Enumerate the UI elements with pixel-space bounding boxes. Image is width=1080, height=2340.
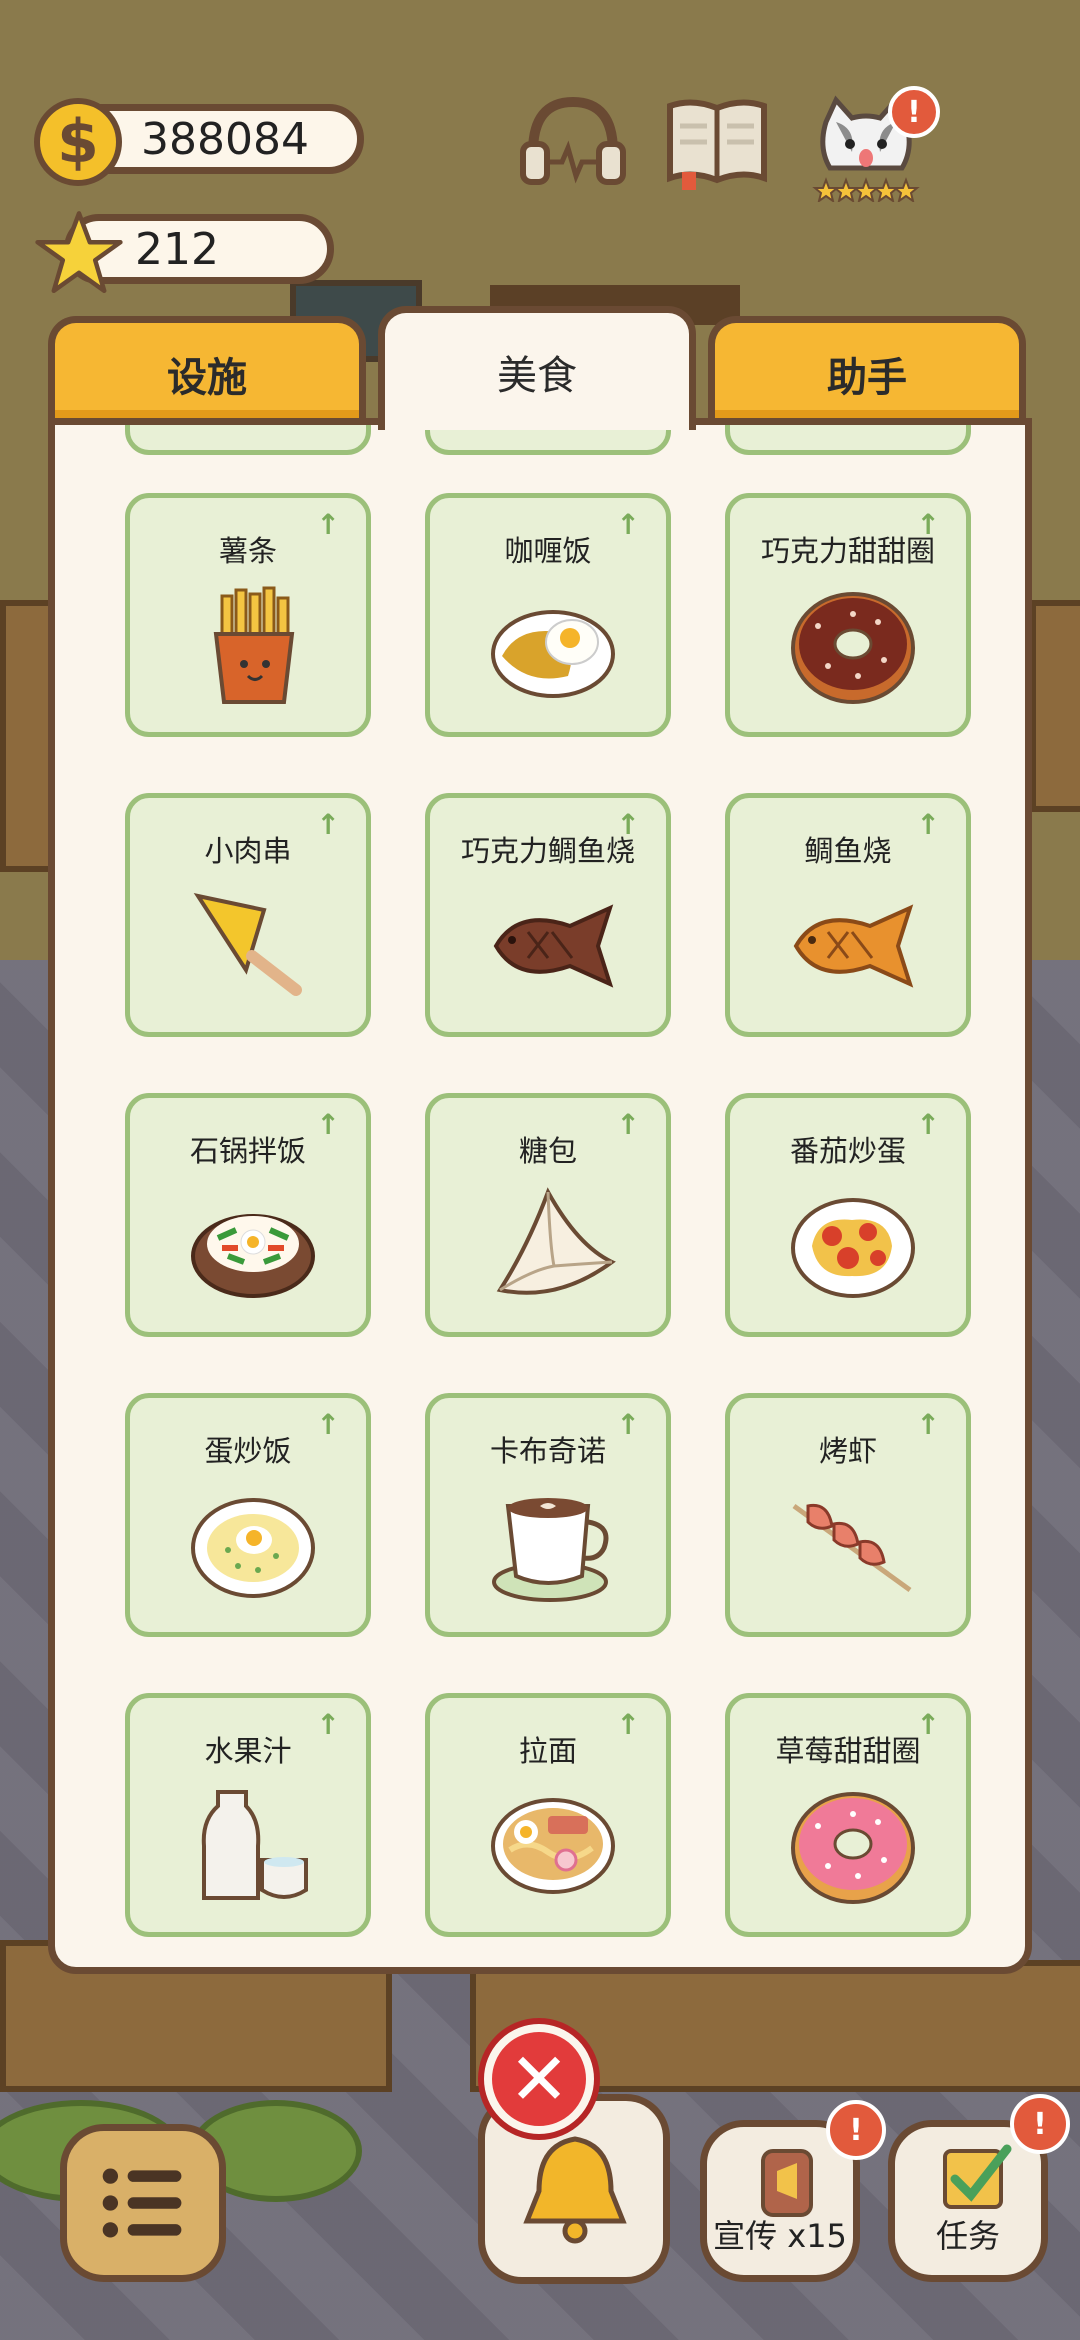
food-name: 蛋炒饭 xyxy=(204,1434,292,1468)
food-card-fries[interactable]: ↑ 薯条 xyxy=(125,493,371,737)
food-card-grilled-shrimp[interactable]: ↑ 烤虾 xyxy=(725,1393,971,1637)
bibimbap-icon xyxy=(191,1214,315,1298)
fries-icon xyxy=(213,586,295,704)
coin-icon: $ xyxy=(34,98,122,186)
recipe-book-icon[interactable] xyxy=(662,92,772,192)
chocolate-donut-icon xyxy=(791,592,915,704)
grilled-shrimp-icon xyxy=(792,1503,912,1593)
food-name: 薯条 xyxy=(218,534,277,568)
curry-rice-icon xyxy=(491,610,615,698)
tab-label: 助手 xyxy=(827,354,907,401)
sugar-bun-icon xyxy=(496,1187,616,1295)
shop-panel: 设施 美食 助手 ↑ 薯条 ↑ 咖喱饭 ↑ 巧克力甜甜圈 ↑ 小肉串 ↑ 巧克力… xyxy=(48,306,1032,1976)
star-icon xyxy=(35,211,123,294)
food-name: 咖喱饭 xyxy=(504,534,592,568)
tab-label: 设施 xyxy=(167,354,247,401)
food-card-fruit-juice[interactable]: ↑ 水果汁 xyxy=(125,1693,371,1937)
food-name: 番茄炒蛋 xyxy=(789,1134,906,1168)
star-amount: 212 xyxy=(135,223,219,275)
checkbox-icon xyxy=(943,2144,1012,2209)
bell-icon xyxy=(523,2136,627,2244)
food-name: 石锅拌饭 xyxy=(189,1134,306,1168)
fried-rice-icon xyxy=(191,1498,315,1598)
tab-facilities[interactable]: 设施 xyxy=(48,316,366,424)
food-card-taiyaki[interactable]: ↑ 鲷鱼烧 xyxy=(725,793,971,1037)
food-name: 拉面 xyxy=(518,1734,577,1768)
food-name: 巧克力鲷鱼烧 xyxy=(460,834,635,868)
food-name: 糖包 xyxy=(518,1134,577,1168)
food-card-sugar-bun[interactable]: ↑ 糖包 xyxy=(425,1093,671,1337)
cappuccino-icon xyxy=(492,1498,609,1602)
chocolate-taiyaki-icon xyxy=(493,904,614,988)
headphones-icon[interactable] xyxy=(518,92,628,192)
taiyaki-icon xyxy=(793,904,914,988)
list-icon xyxy=(102,2168,182,2238)
promo-label: 宣传 x15 xyxy=(713,2217,847,2255)
food-card-ramen[interactable]: ↑ 拉面 xyxy=(425,1693,671,1937)
food-card-tomato-egg[interactable]: ↑ 番茄炒蛋 xyxy=(725,1093,971,1337)
coin-amount: 388084 xyxy=(141,113,309,165)
food-name: 鲷鱼烧 xyxy=(804,834,892,868)
food-card-skewer[interactable]: ↑ 小肉串 xyxy=(125,793,371,1037)
food-card-bibimbap[interactable]: ↑ 石锅拌饭 xyxy=(125,1093,371,1337)
close-icon: ✕ xyxy=(508,2037,570,2121)
tasks-alert-badge: ! xyxy=(1010,2094,1070,2154)
skewer-icon xyxy=(193,893,302,996)
food-name: 巧克力甜甜圈 xyxy=(760,534,935,568)
tomato-egg-icon xyxy=(791,1198,915,1298)
food-card-cappuccino[interactable]: ↑ 卡布奇诺 xyxy=(425,1393,671,1637)
background-table-right xyxy=(1030,600,1080,812)
food-card-fried-rice[interactable]: ↑ 蛋炒饭 xyxy=(125,1393,371,1637)
food-name: 水果汁 xyxy=(204,1734,292,1768)
tab-label: 美食 xyxy=(497,352,577,399)
notification-badge: ! xyxy=(888,86,940,138)
food-card-chocolate-taiyaki[interactable]: ↑ 巧克力鲷鱼烧 xyxy=(425,793,671,1037)
food-card-curry-rice[interactable]: ↑ 咖喱饭 xyxy=(425,493,671,737)
close-button[interactable]: ✕ xyxy=(484,2024,594,2134)
promo-alert-badge: ! xyxy=(826,2100,886,2160)
food-name: 卡布奇诺 xyxy=(489,1434,606,1468)
food-card-partial[interactable] xyxy=(125,425,371,455)
menu-button[interactable] xyxy=(60,2124,226,2282)
tasks-label: 任务 xyxy=(935,2217,1000,2255)
food-name: 烤虾 xyxy=(818,1434,877,1468)
food-card-strawberry-donut[interactable]: ↑ 草莓甜甜圈 xyxy=(725,1693,971,1937)
tab-helpers[interactable]: 助手 xyxy=(708,316,1026,424)
strawberry-donut-icon xyxy=(791,1792,915,1904)
food-name: 小肉串 xyxy=(204,834,292,868)
ramen-icon xyxy=(491,1798,615,1894)
food-grid[interactable]: ↑ 薯条 ↑ 咖喱饭 ↑ 巧克力甜甜圈 ↑ 小肉串 ↑ 巧克力鲷鱼烧 ↑ 鲷鱼烧… xyxy=(48,418,1032,1974)
food-card-chocolate-donut[interactable]: ↑ 巧克力甜甜圈 xyxy=(725,493,971,737)
food-card-partial[interactable] xyxy=(725,425,971,455)
tab-food[interactable]: 美食 xyxy=(378,306,696,430)
fruit-juice-icon xyxy=(201,1790,308,1900)
food-name: 草莓甜甜圈 xyxy=(775,1734,921,1768)
